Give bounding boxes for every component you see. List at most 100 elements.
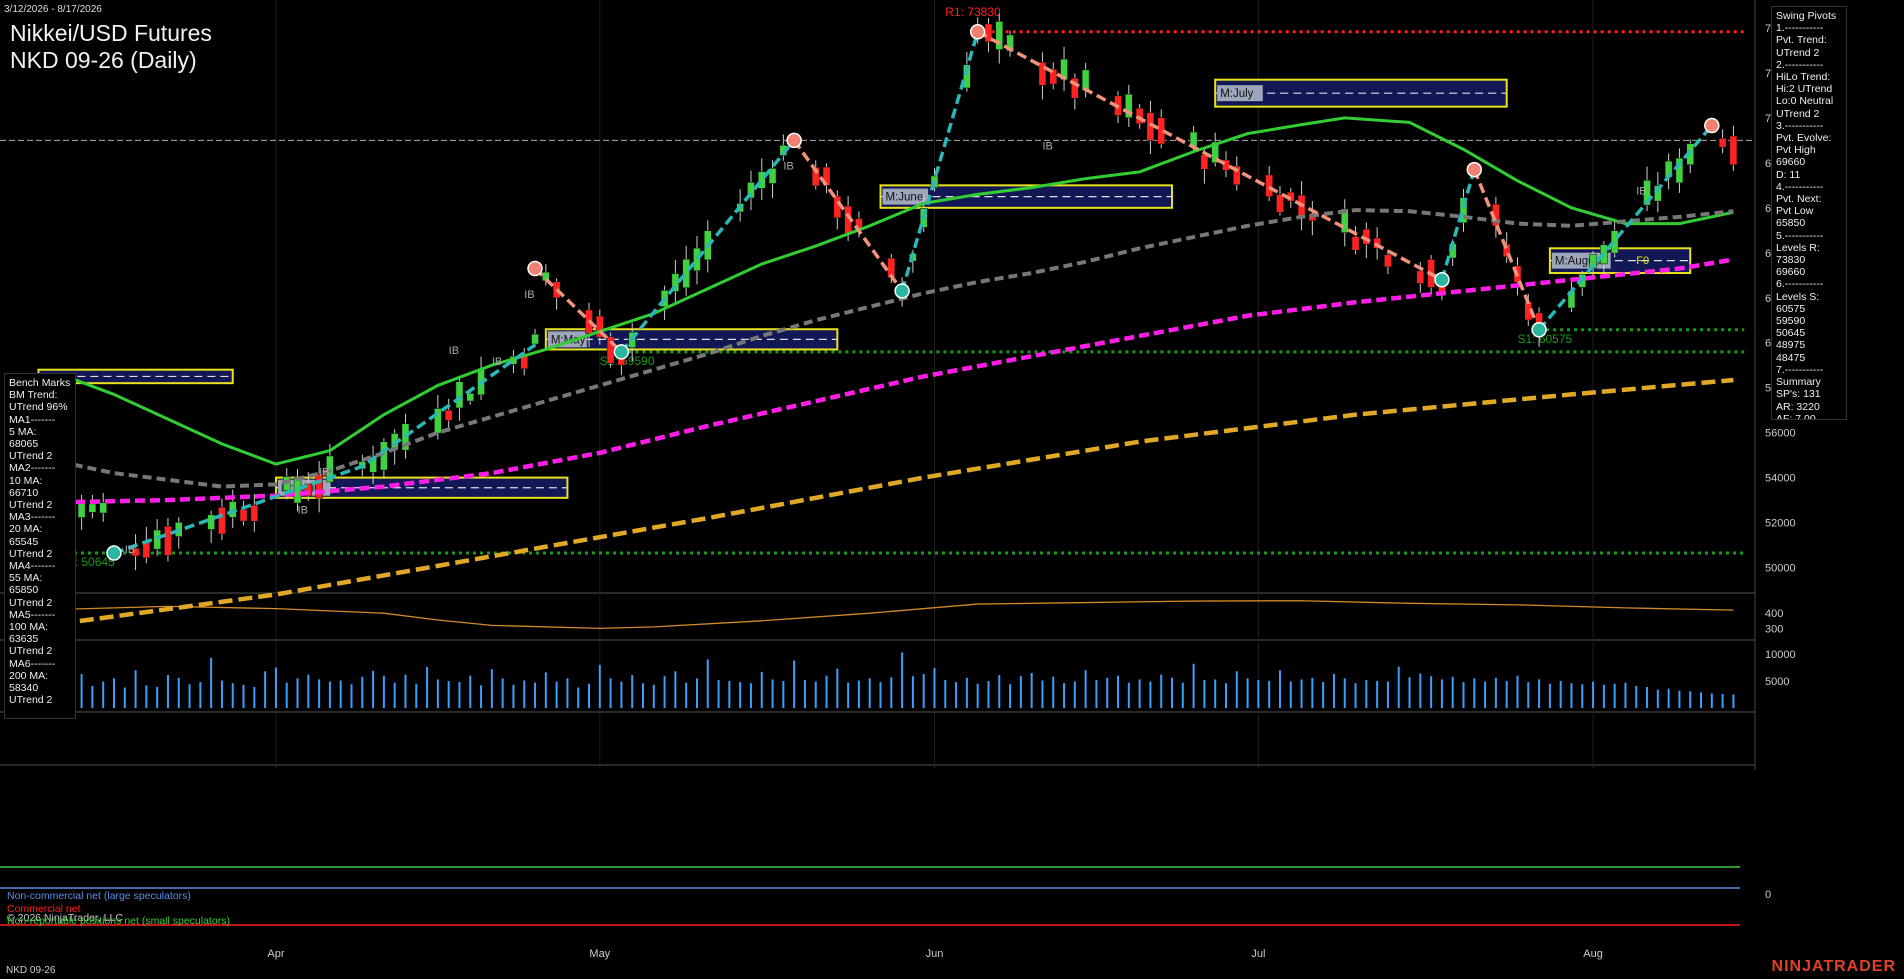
panel-line: 5 MA: [9,425,37,438]
y-tick-label: 54000 [1765,473,1796,485]
candle-body [1718,138,1727,148]
panel-line: UTrend 2 [9,596,53,609]
swing-line [900,31,980,292]
price-chart[interactable]: R1: 73830S1: 60575S2: 59590S3: 50645 M:A… [0,0,1904,979]
panel-line: 59590 [1776,315,1806,328]
panel-line: 20 MA: [9,523,43,536]
candle-body [444,409,453,421]
panel-line: MA2------- [9,462,56,475]
candle-body [380,441,388,471]
chart-stage[interactable]: R1: 73830S1: 60575S2: 59590S3: 50645 M:A… [0,0,1904,979]
brand-logo: NINJATRADER [1771,958,1896,975]
panel-line: UTrend 2 [9,547,53,560]
panel-line: 4.----------- [1776,180,1824,193]
candle-body [1351,236,1360,251]
candle-body [1200,154,1209,170]
panel-line: MA6------- [9,657,56,670]
chart-annotation: IB [524,289,534,301]
date-range: 3/12/2026 - 8/17/2026 [4,4,102,15]
panel-line: HiLo Trend: [1776,71,1831,84]
panel-line: Pvt Low [1776,205,1814,218]
candle-body [1384,254,1392,268]
panel-line: MA1------- [9,413,56,426]
panel-line: Hi:2 UTrend [1776,83,1833,96]
pivot-marker [969,24,986,40]
panel-line: Levels R: [1776,241,1820,254]
panel-line: 5.----------- [1776,229,1824,242]
panel-line: Levels S: [1776,290,1820,303]
chart-annotation: IB [492,356,502,368]
moving-average-line [59,377,1734,626]
chart-annotation: IB [319,466,329,478]
pivot-marker [1434,272,1450,288]
x-tick-label: Aug [1583,948,1603,960]
month-box-label: M:August [1555,256,1604,268]
panel-line: Pvt. Next: [1776,193,1822,206]
footer-instrument: NKD 09-26 [6,965,56,976]
candle-body [293,477,302,504]
pivot-marker [613,344,630,360]
panel-line: 7.----------- [1776,363,1824,376]
candle-body [1276,194,1284,213]
panel-line: SP's: 131 [1776,388,1821,401]
panel-line: 69660 [1776,266,1806,279]
panel-line: UTrend 96% [9,401,68,414]
candle-body [88,503,97,513]
panel-line: UTrend 2 [9,450,53,463]
pivot-marker [1704,117,1720,134]
candle-body [164,526,172,556]
month-box-label: M:June [886,192,924,204]
oscillator-tick: 400 [1765,608,1783,620]
panel-line: AF: 7.00 [1776,412,1816,420]
panel-line: 65850 [1776,217,1806,230]
pivot-marker [1531,322,1547,338]
panel-line: MA3------- [9,511,56,524]
candle-body [1081,69,1090,91]
title-instrument: Nikkei/USD Futures [10,20,212,46]
cot-zero-tick: 0 [1765,889,1771,901]
panel-line: 10 MA: [9,474,43,487]
y-tick-label: 56000 [1765,428,1796,440]
candle-body [1416,270,1425,284]
month-box-label: M:July [1220,88,1253,100]
candle-body [239,509,248,522]
moving-average-line [59,208,1734,489]
panel-line: D: 11 [1776,168,1801,181]
panel-line: 6.----------- [1776,278,1824,291]
panel-line: Pvt. Evolve: [1776,132,1832,145]
swing-line [1537,124,1714,331]
panel-line: 58340 [9,682,39,695]
candle-body [250,504,259,522]
pivot-marker [527,260,543,277]
oscillator-line [59,600,1734,630]
panel-line: UTrend 2 [9,499,53,512]
chart-annotation: IB [1636,185,1646,197]
candle-body [693,247,701,271]
swing-line [792,139,904,293]
candle-body [218,507,226,535]
x-tick-label: May [589,948,610,960]
panel-line: 63635 [9,633,39,646]
panel-line: UTrend 2 [1776,107,1820,120]
chart-annotation: IB [298,505,308,517]
level-label: R1: 73830 [945,5,1001,19]
candle-body [682,258,690,288]
panel-line: 50645 [1776,327,1806,340]
panel-line: 65850 [9,584,39,597]
panel-line: 55 MA: [9,572,43,585]
pivot-marker [894,283,910,299]
pivot-marker [786,132,802,149]
legend-nonreportable: Non-reportable positions net (small spec… [7,915,230,927]
pivot-marker [106,545,122,561]
legend-noncommercial: Non-commercial net (large speculators) [7,890,191,902]
candle-body [758,171,766,189]
panel-line: 66710 [9,486,39,499]
swing-pivots-panel: Swing Pivots 1.----------- Pvt. Trend: UTre… [1771,6,1847,420]
candle-body [1265,174,1273,197]
swing-line [976,30,1443,282]
panel-line: 65545 [9,535,39,548]
panel-line: Bench Marks [9,377,71,389]
panel-line: 73830 [1776,254,1806,267]
volume-tick: 10000 [1765,649,1796,661]
panel-line: BM Trend: [9,389,58,402]
